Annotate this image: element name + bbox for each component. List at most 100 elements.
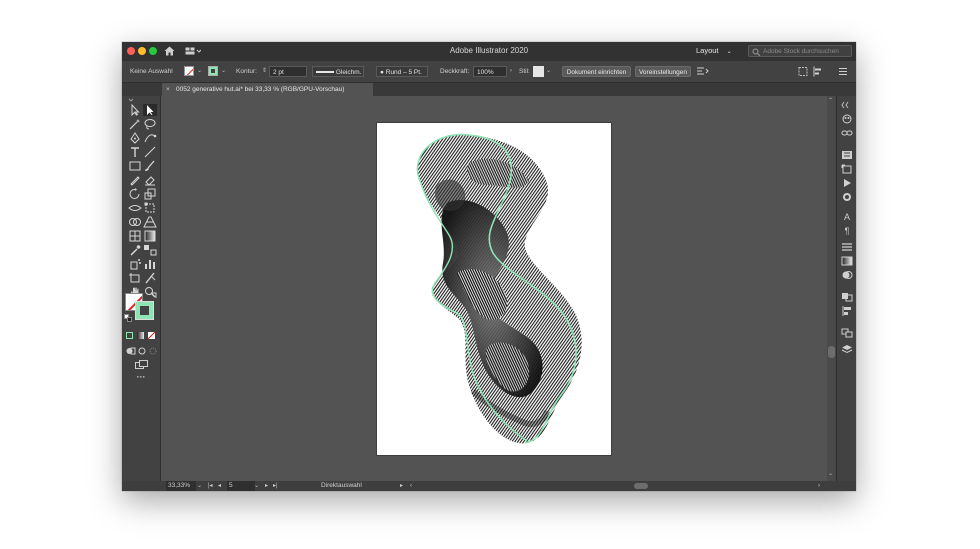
artboard-number-field[interactable]: 5 xyxy=(227,481,255,491)
artboard-dropdown-icon[interactable]: ⌄ xyxy=(254,481,259,491)
symbol-sprayer-tool-icon[interactable] xyxy=(128,258,142,270)
stroke-dropdown-icon[interactable]: ⌄ xyxy=(221,66,226,77)
artboards-panel-icon[interactable] xyxy=(841,328,853,338)
color-mode-button[interactable] xyxy=(126,332,133,339)
align-panel-icon[interactable] xyxy=(841,306,853,316)
document-tab-name: 0052 generative hut.ai* bei 33,33 % (RGB… xyxy=(176,86,345,93)
pathfinder-panel-icon[interactable] xyxy=(841,292,853,302)
scale-tool-icon[interactable] xyxy=(143,188,157,200)
panel-menu-icon[interactable] xyxy=(838,66,848,77)
fill-dropdown-icon[interactable]: ⌄ xyxy=(197,66,202,77)
zoom-level-field[interactable]: 33,33% xyxy=(166,481,196,491)
status-menu-icon[interactable]: ▸ xyxy=(400,481,403,491)
close-tab-icon[interactable]: × xyxy=(166,83,170,96)
blend-tool-icon[interactable] xyxy=(143,244,157,256)
width-tool-icon[interactable] xyxy=(128,202,142,214)
mesh-tool-icon[interactable] xyxy=(128,230,142,242)
transparency-panel-icon[interactable] xyxy=(841,270,853,280)
direct-selection-tool-icon[interactable] xyxy=(143,104,157,116)
graphic-style-swatch[interactable] xyxy=(533,66,544,77)
eraser-tool-icon[interactable] xyxy=(143,174,157,186)
actions-panel-icon[interactable] xyxy=(841,178,853,188)
previous-artboard-icon[interactable]: ◂ xyxy=(218,481,221,491)
scroll-right-icon[interactable]: › xyxy=(818,481,820,491)
selection-tool-icon[interactable] xyxy=(128,104,142,116)
pen-tool-icon[interactable] xyxy=(128,132,142,144)
vertical-scroll-thumb[interactable] xyxy=(828,346,835,358)
last-artboard-icon[interactable]: ▸| xyxy=(273,481,278,491)
gradient-panel-icon[interactable] xyxy=(841,256,853,266)
paragraph-panel-icon[interactable]: ¶ xyxy=(841,226,853,236)
stroke-panel-icon[interactable] xyxy=(841,242,853,252)
curvature-tool-icon[interactable] xyxy=(143,132,157,144)
rectangle-tool-icon[interactable] xyxy=(128,160,142,172)
opacity-field[interactable]: 100% xyxy=(473,66,507,77)
collapse-panels-icon[interactable] xyxy=(841,100,853,110)
preferences-button[interactable]: Voreinstellungen xyxy=(635,66,691,77)
fill-swatch[interactable] xyxy=(184,66,196,77)
shaper-tool-icon[interactable] xyxy=(128,174,142,186)
stroke-profile-value: Gleichm. xyxy=(335,69,362,76)
scroll-down-icon[interactable]: ⌄ xyxy=(828,470,833,477)
perspective-grid-tool-icon[interactable] xyxy=(143,216,157,228)
draw-behind-icon[interactable] xyxy=(137,347,147,355)
document-setup-button[interactable]: Dokument einrichten xyxy=(562,66,631,77)
none-mode-button[interactable] xyxy=(148,332,155,339)
generative-artwork xyxy=(416,133,582,444)
swap-fill-stroke-icon[interactable] xyxy=(150,292,157,299)
style-label: Stil: xyxy=(519,68,530,75)
scroll-left-icon[interactable]: ‹ xyxy=(410,481,412,491)
links-panel-icon[interactable] xyxy=(841,128,853,138)
appearance-panel-icon[interactable] xyxy=(841,192,853,202)
scroll-up-icon[interactable]: ⌃ xyxy=(828,97,833,104)
default-colors-icon[interactable] xyxy=(124,314,132,322)
libraries-panel-icon[interactable] xyxy=(841,150,853,160)
vertical-scrollbar[interactable]: ⌃ ⌄ xyxy=(827,96,836,481)
zoom-dropdown-icon[interactable]: ⌄ xyxy=(197,481,202,491)
horizontal-scroll-thumb[interactable] xyxy=(634,483,648,489)
line-segment-tool-icon[interactable] xyxy=(143,146,157,158)
artboard-tool-icon[interactable] xyxy=(128,272,142,284)
free-transform-tool-icon[interactable] xyxy=(143,202,157,214)
brush-select[interactable]: ● Rund – 5 Pt. xyxy=(376,66,428,77)
stroke-color-box[interactable] xyxy=(135,301,154,320)
stroke-profile-select[interactable]: Gleichm. xyxy=(312,66,364,77)
draw-inside-icon[interactable] xyxy=(148,347,158,355)
magic-wand-tool-icon[interactable] xyxy=(128,118,142,130)
style-dropdown-icon[interactable]: ⌄ xyxy=(546,66,551,77)
layers-panel-icon[interactable] xyxy=(841,344,853,354)
type-tool-icon[interactable] xyxy=(128,146,142,158)
color-panel-icon[interactable] xyxy=(841,114,853,124)
rotate-tool-icon[interactable] xyxy=(128,188,142,200)
artboard[interactable] xyxy=(377,123,611,455)
lasso-tool-icon[interactable] xyxy=(143,118,157,130)
document-tab[interactable]: × 0052 generative hut.ai* bei 33,33 % (R… xyxy=(162,83,373,96)
next-artboard-icon[interactable]: ▸ xyxy=(265,481,268,491)
slice-tool-icon[interactable] xyxy=(143,272,157,284)
draw-mode-icon[interactable] xyxy=(126,347,136,355)
align-icon[interactable] xyxy=(812,66,824,77)
first-artboard-icon[interactable]: |◂ xyxy=(208,481,213,491)
opacity-dropdown-icon[interactable]: › xyxy=(510,66,512,77)
column-graph-tool-icon[interactable] xyxy=(143,258,157,270)
more-tools-button[interactable]: ··· xyxy=(122,372,160,382)
workspace-switcher[interactable]: Layout ⌄ xyxy=(696,45,740,57)
screen-mode-icon[interactable] xyxy=(135,360,148,370)
gradient-mode-button[interactable] xyxy=(137,332,144,339)
asset-export-icon[interactable] xyxy=(841,164,853,174)
shape-builder-tool-icon[interactable] xyxy=(128,216,142,228)
stroke-weight-field[interactable]: 2 pt xyxy=(269,66,307,77)
gradient-tool-icon[interactable] xyxy=(143,230,157,242)
stock-search-field[interactable]: Adobe Stock durchsuchen xyxy=(748,45,852,57)
arrange-icon[interactable] xyxy=(696,66,710,77)
stroke-swatch[interactable] xyxy=(208,66,220,77)
paintbrush-tool-icon[interactable] xyxy=(143,160,157,172)
canvas-area[interactable] xyxy=(161,96,827,481)
opacity-label: Deckkraft: xyxy=(440,68,470,75)
eyedropper-tool-icon[interactable] xyxy=(128,244,142,256)
stroke-stepper-icon[interactable]: ⇕ xyxy=(262,66,267,77)
character-panel-icon[interactable]: A xyxy=(841,212,853,222)
current-tool-name[interactable]: Direktauswahl xyxy=(321,481,362,491)
toolbar-collapse-icon[interactable] xyxy=(127,98,155,102)
transform-icon[interactable] xyxy=(798,66,808,77)
